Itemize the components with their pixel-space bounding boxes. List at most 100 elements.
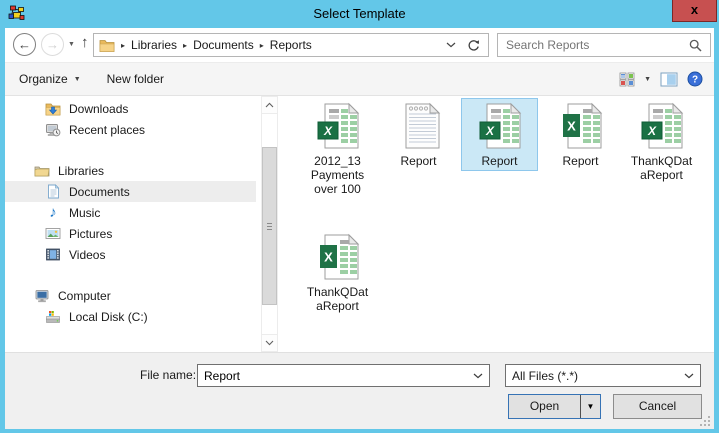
recent-places-icon [44, 123, 62, 137]
open-button[interactable]: Open [509, 395, 580, 418]
sidebar-item-label: Videos [69, 248, 105, 262]
excel-spreadsheet-icon: X [638, 102, 686, 150]
chevron-down-icon [684, 373, 694, 379]
file-type-combobox[interactable]: All Files (*.*) [505, 364, 701, 387]
file-tile[interactable]: Report [380, 98, 457, 171]
computer-icon [33, 289, 51, 303]
file-tile[interactable]: X ThankQDataReport [623, 98, 700, 185]
new-folder-label: New folder [107, 72, 164, 86]
sidebar-item-videos[interactable]: Videos [5, 244, 256, 265]
excel-file-icon: X [314, 233, 362, 281]
sidebar-item-recent-places[interactable]: Recent places [5, 119, 256, 140]
navigation-bar: ← → ▼ ↑ ▸ Libraries ▸ Documents ▸ Report… [5, 28, 714, 63]
text-document-icon [395, 102, 443, 150]
sidebar-item-label: Music [69, 206, 100, 220]
sidebar-item-documents[interactable]: Documents [5, 181, 256, 202]
downloads-icon [44, 102, 62, 116]
refresh-icon [467, 39, 480, 52]
sidebar-item-label: Documents [69, 185, 130, 199]
file-name-label: File name: [140, 368, 196, 382]
pictures-icon [44, 227, 62, 240]
sidebar-item-label: Libraries [58, 164, 104, 178]
file-tile[interactable]: X ThankQDataReport [299, 229, 376, 316]
close-button[interactable]: x [672, 0, 717, 22]
address-dropdown-button[interactable] [439, 42, 463, 48]
dialog-body: ← → ▼ ↑ ▸ Libraries ▸ Documents ▸ Report… [5, 28, 714, 429]
file-name: Report [385, 154, 453, 168]
crumb-arrow-icon: ▸ [260, 41, 264, 50]
sidebar-item-local-disk-c[interactable]: Local Disk (C:) [5, 306, 256, 327]
chevron-down-icon: ▼ [74, 76, 81, 83]
up-button[interactable]: ↑ [81, 34, 89, 51]
back-arrow-icon: ← [18, 37, 31, 52]
view-options-dropdown[interactable]: ▼ [644, 76, 651, 83]
open-dropdown-button[interactable]: ▼ [580, 395, 600, 418]
sidebar-item-pictures[interactable]: Pictures [5, 223, 256, 244]
organize-label: Organize [19, 72, 68, 86]
file-name-input[interactable] [198, 369, 467, 383]
sidebar-item-label: Recent places [69, 123, 145, 137]
address-bar[interactable]: ▸ Libraries ▸ Documents ▸ Reports [93, 33, 489, 57]
recent-locations-dropdown[interactable]: ▼ [68, 41, 75, 48]
chevron-down-icon [473, 373, 483, 379]
libraries-icon [33, 164, 51, 177]
close-icon: x [691, 2, 698, 17]
navigation-pane: Downloads Recent places [5, 96, 256, 352]
main-area: Downloads Recent places [5, 96, 714, 352]
titlebar: Select Template x [0, 0, 719, 28]
excel-x-glyph: X [322, 124, 332, 138]
breadcrumb-libraries[interactable]: Libraries [131, 38, 177, 52]
excel-spreadsheet-icon: X [314, 102, 362, 150]
sidebar-item-libraries[interactable]: Libraries [5, 160, 256, 181]
search-icon[interactable] [689, 39, 702, 52]
select-template-dialog: { "window": { "title": "Select Template"… [0, 0, 719, 433]
forward-arrow-icon: → [46, 37, 59, 52]
help-icon[interactable]: ? [687, 71, 703, 87]
cancel-button[interactable]: Cancel [613, 394, 702, 419]
videos-icon [44, 248, 62, 261]
open-split-button: Open ▼ [508, 394, 601, 419]
crumb-arrow-icon: ▸ [121, 41, 125, 50]
file-type-dropdown-button[interactable] [678, 373, 700, 379]
chevron-down-icon [446, 42, 456, 48]
organize-button[interactable]: Organize ▼ [19, 72, 81, 86]
up-arrow-icon: ↑ [81, 34, 89, 51]
question-mark: ? [692, 75, 698, 86]
sidebar-item-label: Local Disk (C:) [69, 310, 148, 324]
file-name: 2012_13 Payments over 100 [304, 154, 372, 196]
back-button[interactable]: ← [13, 33, 36, 56]
excel-x-glyph: X [567, 119, 576, 134]
music-icon: ♪ [44, 206, 62, 220]
file-tile[interactable]: X Report [542, 98, 619, 171]
sidebar-item-downloads[interactable]: Downloads [5, 98, 256, 119]
file-tile[interactable]: X 2012_13 Payments over 100 [299, 98, 376, 199]
file-name: ThankQDataReport [304, 285, 372, 313]
file-name-combobox [197, 364, 490, 387]
refresh-button[interactable] [463, 39, 488, 52]
footer: File name: All Files (*.*) Open ▼ Ca [5, 352, 714, 429]
resize-grip[interactable] [700, 416, 711, 427]
excel-spreadsheet-icon: X [476, 102, 524, 150]
sidebar-item-music[interactable]: ♪ Music [5, 202, 256, 223]
file-tile-selected[interactable]: X Report [461, 98, 538, 171]
breadcrumb-documents[interactable]: Documents [193, 38, 254, 52]
folder-icon [99, 38, 115, 52]
file-name: ThankQDataReport [628, 154, 696, 182]
search-box [497, 33, 711, 57]
disk-drive-icon [44, 310, 62, 324]
new-folder-button[interactable]: New folder [107, 72, 164, 86]
document-icon [44, 184, 62, 199]
excel-x-glyph: X [646, 124, 656, 138]
breadcrumb-reports[interactable]: Reports [270, 38, 312, 52]
sidebar-item-computer[interactable]: Computer [5, 285, 256, 306]
file-name: Report [547, 154, 615, 168]
view-options-icon[interactable] [619, 72, 635, 87]
command-toolbar: Organize ▼ New folder ▼ [5, 63, 714, 96]
excel-file-icon: X [557, 102, 605, 150]
file-name-dropdown-button[interactable] [467, 373, 489, 379]
chevron-down-icon: ▼ [68, 41, 75, 48]
file-name: Report [466, 154, 534, 168]
preview-pane-icon[interactable] [660, 72, 678, 87]
search-input[interactable] [498, 38, 681, 52]
forward-button[interactable]: → [41, 33, 64, 56]
